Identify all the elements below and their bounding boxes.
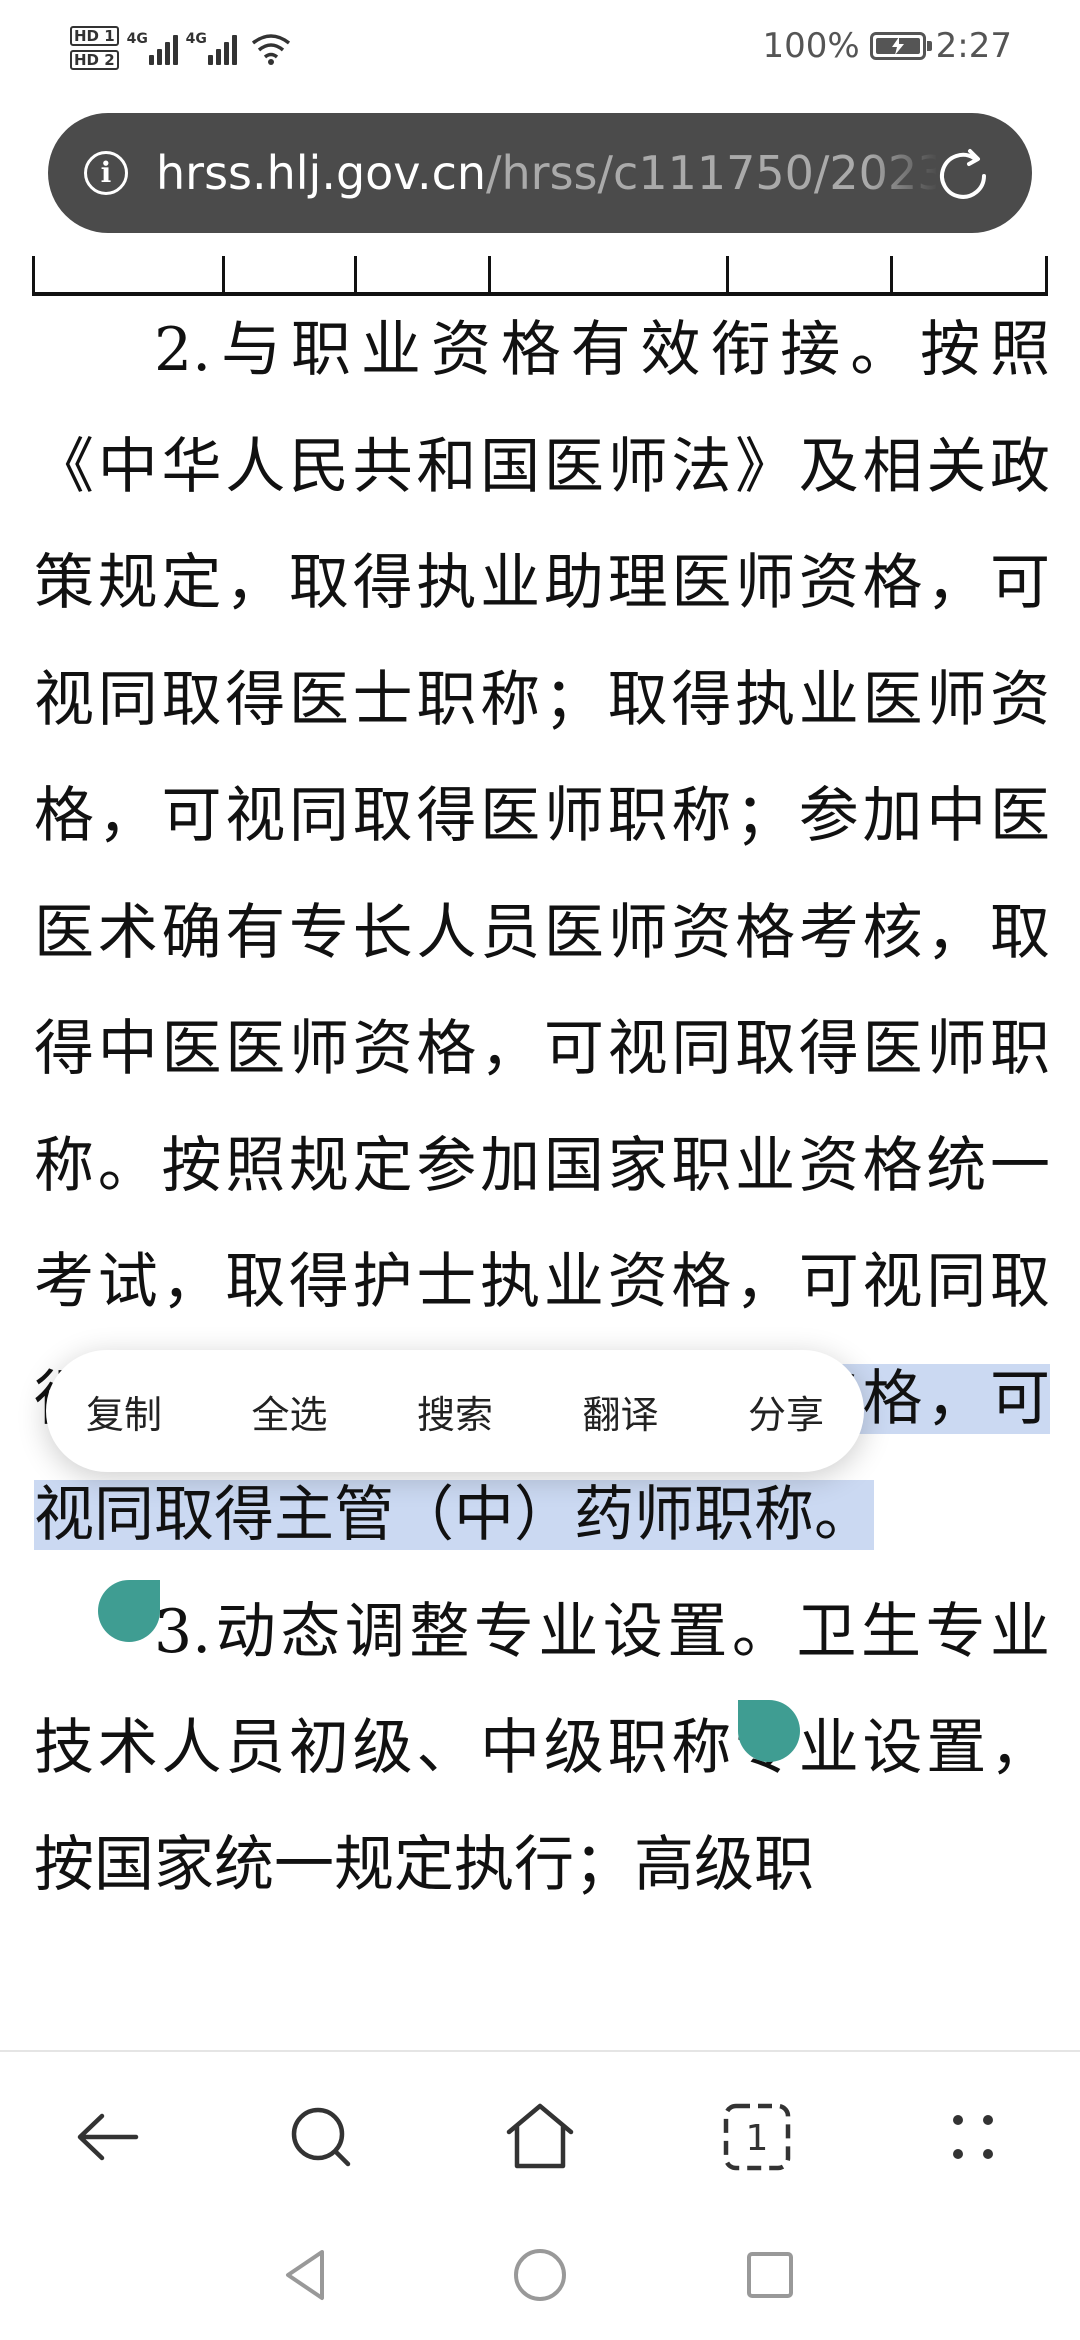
more-menu-icon[interactable]	[928, 2092, 1018, 2182]
status-left: HD 1 HD 2 4G 4G	[70, 18, 291, 78]
url-domain: hrss.hlj.gov.cn	[156, 146, 487, 200]
system-nav-bar	[0, 2220, 1080, 2340]
browser-toolbar: 1	[0, 2050, 1080, 2222]
paragraph-3: 3.动态调整专业设置。卫生专业技术人员初级、中级职称专业设置，按国家统一规定执行…	[34, 1596, 1050, 1900]
table-bottom-border	[32, 256, 1048, 296]
battery-percent: 100%	[762, 26, 860, 66]
system-recents-icon[interactable]	[735, 2240, 805, 2310]
copy-button[interactable]: 复制	[86, 1384, 162, 1439]
system-back-icon[interactable]	[272, 2240, 342, 2310]
signal-icon: 4G	[127, 31, 178, 65]
select-all-button[interactable]: 全选	[251, 1384, 327, 1439]
translate-button[interactable]: 翻译	[582, 1384, 658, 1439]
wifi-icon	[251, 34, 290, 65]
status-right: 100% 2:27	[762, 26, 1012, 66]
selection-end-handle[interactable]	[738, 1700, 800, 1762]
article-body: 2.与职业资格有效衔接。按照《中华人民共和国医师法》及相关政策规定，取得执业助理…	[34, 292, 1051, 1923]
text-selection-menu: 复制 全选 搜索 翻译 分享	[46, 1350, 864, 1472]
url-text[interactable]: hrss.hlj.gov.cn/hrss/c111750/2023	[156, 137, 936, 209]
home-icon[interactable]	[495, 2092, 585, 2182]
signal-icon-2: 4G	[186, 31, 237, 65]
back-arrow-icon[interactable]	[64, 2092, 154, 2182]
status-bar: HD 1 HD 2 4G 4G 100% 2:27	[0, 0, 1080, 100]
tabs-icon[interactable]: 1	[712, 2092, 802, 2182]
battery-icon	[869, 32, 932, 60]
network-type-1: 4G	[126, 31, 148, 47]
search-icon[interactable]	[276, 2092, 366, 2182]
network-type-2: 4G	[185, 31, 207, 47]
sim2-badge: HD 2	[70, 50, 119, 70]
address-bar[interactable]: i hrss.hlj.gov.cn/hrss/c111750/2023	[48, 113, 1032, 233]
clock: 2:27	[935, 26, 1012, 66]
search-button[interactable]: 搜索	[417, 1384, 493, 1439]
sim1-badge: HD 1	[70, 26, 119, 46]
share-button[interactable]: 分享	[748, 1384, 824, 1439]
svg-text:1: 1	[746, 2118, 769, 2159]
url-fade	[868, 133, 938, 213]
reload-icon[interactable]	[934, 147, 992, 205]
paragraph-2-text: 2.与职业资格有效衔接。按照《中华人民共和国医师法》及相关政策规定，取得执业助理…	[34, 315, 1050, 1434]
system-home-icon[interactable]	[505, 2240, 575, 2310]
selection-start-handle[interactable]	[98, 1580, 160, 1642]
sim-indicators: HD 1 HD 2	[70, 26, 119, 70]
site-info-icon[interactable]: i	[84, 151, 128, 195]
